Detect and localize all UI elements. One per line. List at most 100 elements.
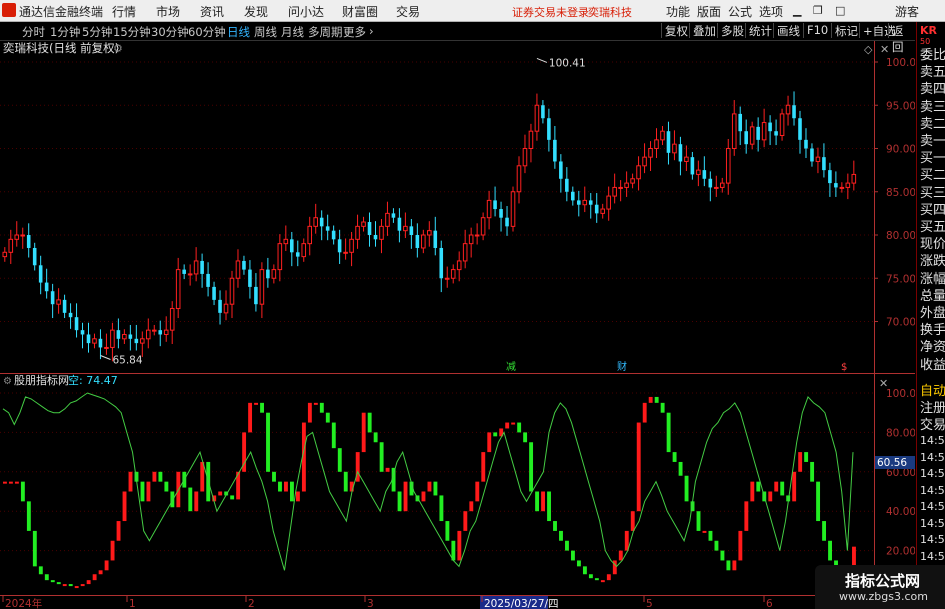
candle-body-down <box>200 260 204 274</box>
candle-body-down <box>134 338 139 344</box>
period-fenshi[interactable]: 分时 <box>22 24 45 40</box>
candle-body-down <box>409 226 414 235</box>
indicator-bar-down <box>343 471 348 492</box>
indicator-bar-down <box>38 566 43 575</box>
candle-body-down <box>62 299 67 313</box>
indicator-bar-down <box>816 481 821 522</box>
candle-body-down <box>834 183 838 188</box>
candle-body-up <box>636 165 641 180</box>
quote-field-label: 买二 <box>920 168 945 184</box>
period-monthly[interactable]: 月线 <box>281 24 304 40</box>
quote-extra-label[interactable]: 自动 <box>920 384 945 400</box>
quote-field-label: 卖五 <box>920 65 945 81</box>
indicator-bar-up <box>481 452 486 482</box>
candle-body-up <box>462 243 468 262</box>
period-15min[interactable]: 15分钟 <box>113 24 151 40</box>
quote-field-label: 买一 <box>920 151 945 167</box>
diejia-button[interactable]: 叠加 <box>689 23 719 38</box>
candle-body-up <box>672 143 677 154</box>
chart-settings-icon[interactable]: ⚙ <box>113 42 123 55</box>
indicator-settings-icon[interactable]: ⚙ <box>3 376 12 387</box>
candle-body-up <box>684 156 689 162</box>
candle-body-up <box>480 217 486 236</box>
back-button[interactable]: 返回 <box>888 23 915 54</box>
tick-time: 14:56 <box>920 516 945 530</box>
chart-close-icon[interactable]: ✕ <box>880 43 889 56</box>
indicator-bar-down <box>559 530 563 541</box>
candle-body-up <box>444 277 450 280</box>
candle-body-down <box>397 217 402 231</box>
menu-gongneng[interactable]: 功能 <box>666 3 690 20</box>
period-5min[interactable]: 5分钟 <box>82 24 112 40</box>
candle-body-up <box>140 338 145 344</box>
candle-body-up <box>151 329 157 332</box>
guest-button[interactable]: 游客 <box>895 3 919 20</box>
menu-wenxiaoda[interactable]: 问小达 <box>288 3 324 20</box>
indicator-bar-down <box>553 521 557 531</box>
period-60min[interactable]: 60分钟 <box>188 24 226 40</box>
menu-banmian[interactable]: 版面 <box>697 3 721 20</box>
app-logo-icon <box>2 3 16 17</box>
candle-body-up <box>845 182 851 188</box>
period-1min[interactable]: 1分钟 <box>50 24 80 40</box>
period-more[interactable]: 更多 <box>343 24 366 40</box>
candle-body-down <box>331 230 336 240</box>
candle-body-down <box>32 247 37 266</box>
maximize-icon[interactable]: □ <box>835 4 845 17</box>
menu-faxian[interactable]: 发现 <box>244 3 268 20</box>
price-axis-label: 80.00 <box>886 230 915 242</box>
candle-body-up <box>229 277 235 305</box>
candle-body-down <box>98 338 103 348</box>
candle-body-up <box>450 269 456 279</box>
period-multi[interactable]: 多周期 <box>308 24 343 40</box>
draw-button[interactable]: 画线 <box>773 23 803 38</box>
chart-collapse-icon[interactable]: ◇ <box>864 43 873 56</box>
menu-hangqing[interactable]: 行情 <box>112 3 136 20</box>
restore-icon[interactable]: ❐ <box>813 4 823 17</box>
quote-extra-label[interactable]: 注册 <box>920 401 945 417</box>
period-daily[interactable]: 日线 <box>227 24 250 40</box>
indicator-bar-up <box>403 481 408 512</box>
indicator-close-icon[interactable]: ✕ <box>879 377 888 390</box>
price-axis-label: 70.00 <box>886 317 915 329</box>
indicator-bar-down <box>780 481 785 496</box>
indicator-bar-up <box>606 574 611 581</box>
f10-button[interactable]: F10 <box>803 23 831 38</box>
indicator-axis-label: 20.00 <box>886 546 915 558</box>
quote-extra-label[interactable]: 交易 <box>920 418 945 434</box>
indicator-bar-down <box>822 521 827 541</box>
candle-body-down <box>505 217 509 227</box>
candle-body-down <box>499 209 503 218</box>
fuquan-button[interactable]: 复权 <box>661 23 691 38</box>
tick-time: 14:56 <box>920 450 945 464</box>
candle-body-up <box>851 173 857 184</box>
candle-body-down <box>547 118 551 140</box>
candle-body-down <box>50 291 55 305</box>
more-chevron-icon[interactable]: › <box>369 24 374 38</box>
tongji-button[interactable]: 统计 <box>745 23 775 38</box>
period-30min[interactable]: 30分钟 <box>151 24 189 40</box>
indicator-bar-down <box>666 412 671 453</box>
login-warning[interactable]: 证券交易未登录 <box>512 4 589 20</box>
menu-xuanxiang[interactable]: 选项 <box>759 3 783 20</box>
menu-gongshi[interactable]: 公式 <box>728 3 752 20</box>
candle-body-up <box>749 126 755 145</box>
period-weekly[interactable]: 周线 <box>254 24 277 40</box>
indicator-bar-down <box>708 530 713 541</box>
indicator-bar-down <box>337 448 342 472</box>
indicator-bar-down <box>367 412 372 433</box>
candle-body-up <box>307 225 313 245</box>
duogu-button[interactable]: 多股 <box>717 23 747 38</box>
candle-body-up <box>719 182 725 188</box>
candle-body-down <box>319 217 324 227</box>
minimize-icon[interactable]: ▁ <box>793 4 801 17</box>
menu-shichang[interactable]: 市场 <box>156 3 180 20</box>
tick-time: 14:56 <box>920 434 945 447</box>
candle-body-down <box>768 122 772 132</box>
indicator-bar-up <box>146 481 151 502</box>
menu-zixun[interactable]: 资讯 <box>200 3 224 20</box>
menu-caifuquan[interactable]: 财富圈 <box>342 3 378 20</box>
menu-jiaoyi[interactable]: 交易 <box>396 3 420 20</box>
kline-chart[interactable]: 100.0 95.00 90.00 85.00 80.00 75.00 70.00 100.0… <box>0 40 915 609</box>
mark-button[interactable]: 标记 <box>831 23 861 38</box>
